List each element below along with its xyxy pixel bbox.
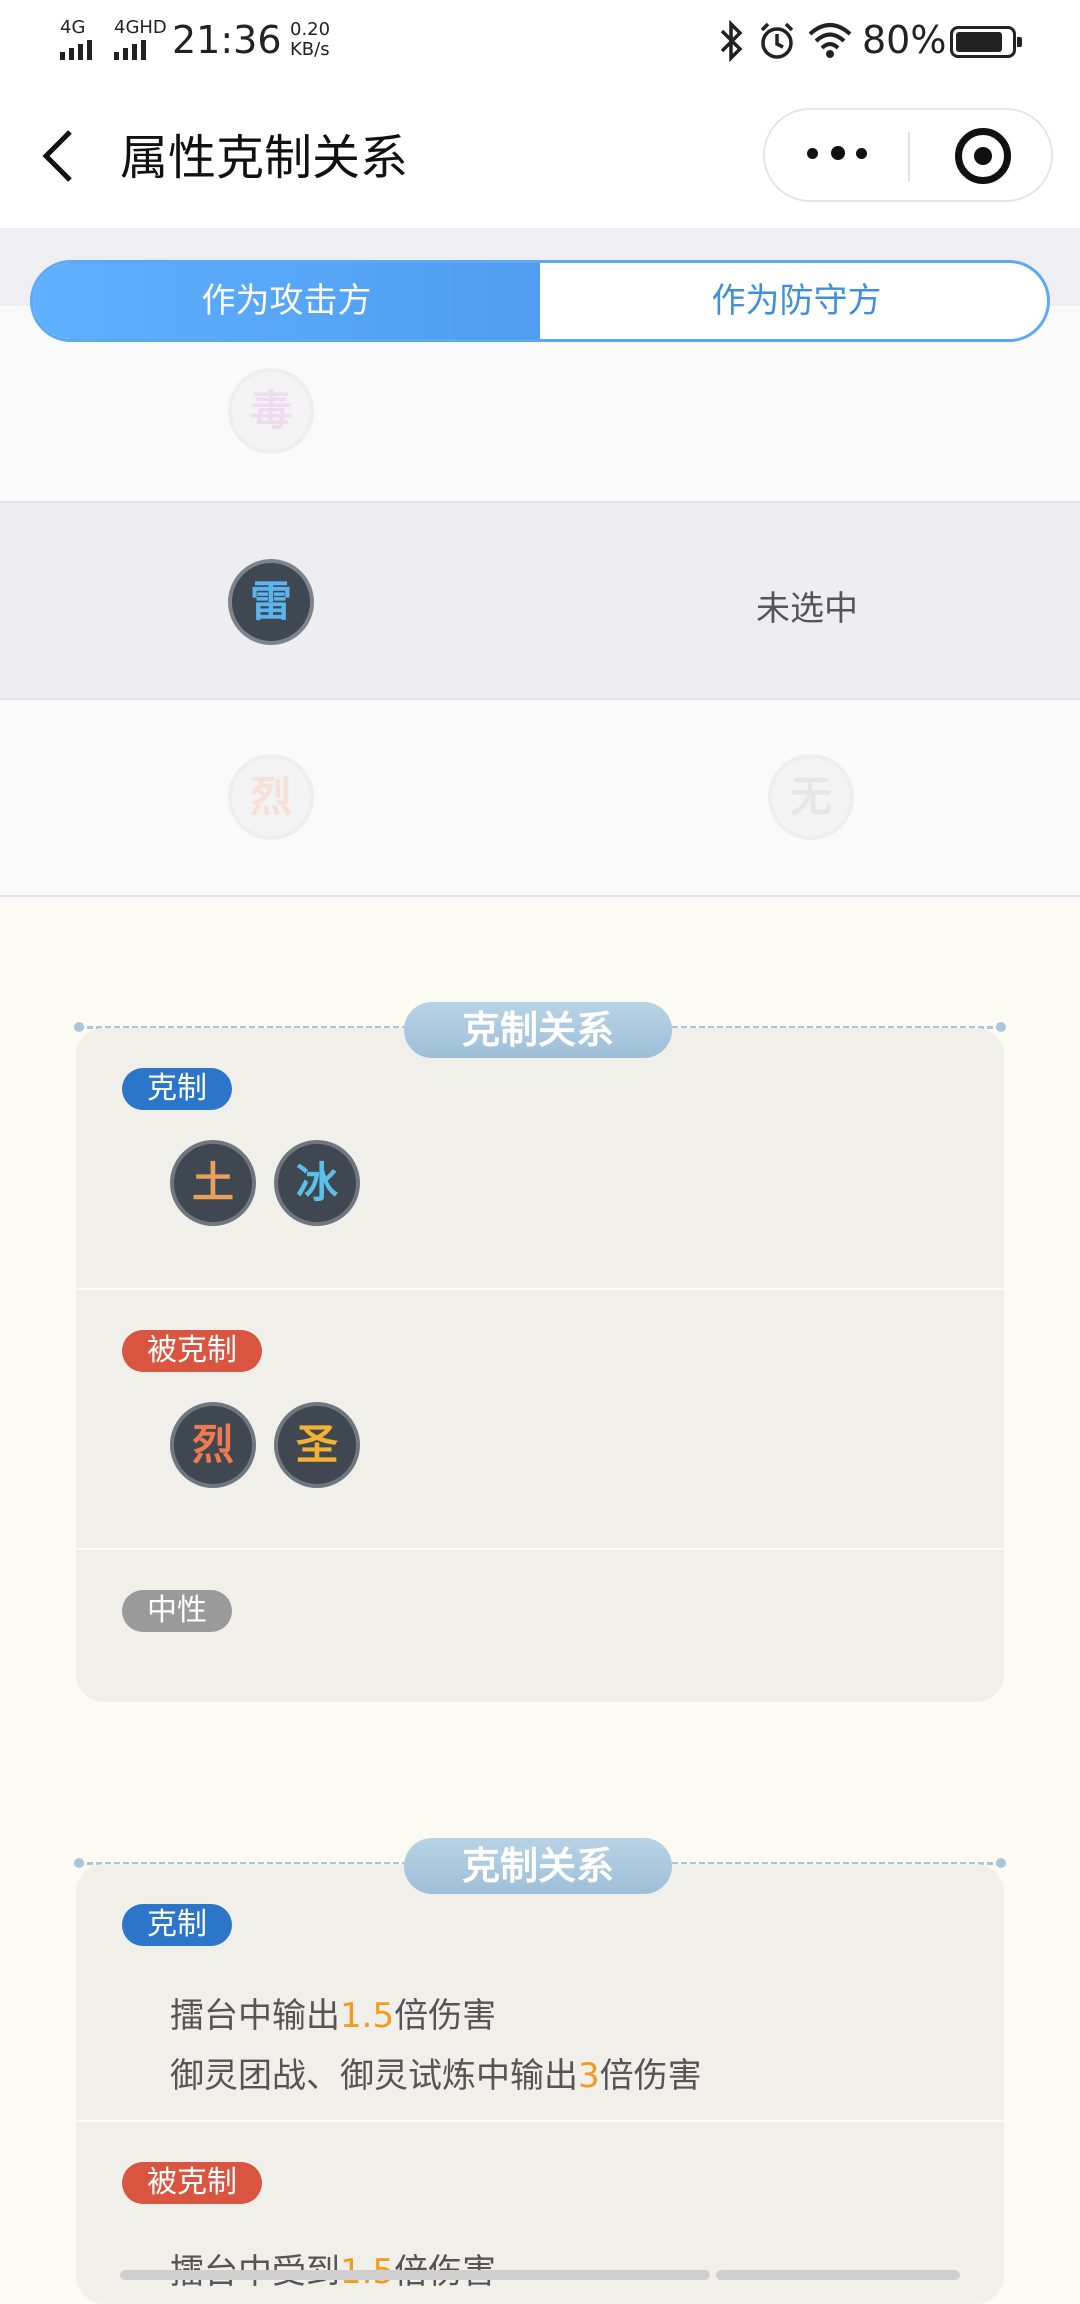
counter-badge: 克制: [122, 1904, 232, 1946]
neutral-group: 中性: [76, 1548, 1004, 1702]
poison-element-icon[interactable]: 毒: [228, 368, 314, 454]
ice-element-icon: 冰: [274, 1140, 360, 1226]
nav-bar: 属性克制关系: [0, 84, 1080, 228]
bluetooth-icon: [720, 20, 743, 62]
picker-row[interactable]: 烈 无: [0, 700, 1080, 897]
counter-badge: 克制: [122, 1068, 232, 1110]
role-tabs: 作为攻击方 作为防守方: [30, 260, 1050, 342]
multiplier-value: 3: [578, 2056, 600, 2096]
multiplier-value: 1.5: [340, 1996, 395, 2036]
counter-group: 克制 土 冰: [76, 1028, 1004, 1290]
defender-unselected-label[interactable]: 未选中: [756, 581, 858, 630]
none-element-icon[interactable]: 无: [768, 754, 854, 840]
wifi-icon: [808, 23, 852, 58]
net-speed-unit: KB/s: [290, 39, 330, 60]
relation-section: 克制 土 冰 被克制 烈 圣 中性: [76, 1028, 1004, 1702]
countered-badge: 被克制: [122, 2162, 262, 2204]
more-icon[interactable]: [805, 140, 869, 170]
page-title: 属性克制关系: [120, 130, 409, 186]
picker-row-selected[interactable]: 雷 未选中: [0, 503, 1080, 700]
thunder-element-icon[interactable]: 雷: [228, 559, 314, 645]
countered-group: 被克制 烈 圣: [76, 1288, 1004, 1550]
alarm-icon: [760, 22, 794, 59]
net-speed-value: 0.20: [290, 19, 331, 40]
signal-icon: [60, 38, 104, 60]
neutral-badge: 中性: [122, 1590, 232, 1632]
battery-percent: 80%: [862, 18, 947, 62]
clock: 21:36: [172, 18, 282, 62]
network-type-1: 4G: [60, 17, 86, 38]
arena-received-damage-text: 擂台中受到1.5倍伤害: [170, 2244, 496, 2293]
bottom-bar-hint: [120, 2270, 710, 2280]
back-arrow-icon[interactable]: [40, 128, 76, 184]
tab-attacker[interactable]: 作为攻击方: [33, 263, 540, 339]
bottom-bar-hint: [716, 2270, 960, 2280]
holy-element-icon: 圣: [274, 1402, 360, 1488]
battery-icon: [950, 26, 1022, 58]
tab-defender[interactable]: 作为防守方: [543, 263, 1047, 339]
fire-element-icon: 烈: [170, 1402, 256, 1488]
earth-element-icon: 土: [170, 1140, 256, 1226]
relation-section-title: 克制关系: [404, 1002, 672, 1058]
close-mini-program-icon[interactable]: [955, 128, 1011, 184]
arena-damage-text: 擂台中输出1.5倍伤害: [170, 1996, 497, 2036]
counter-damage-group: 克制 擂台中输出1.5倍伤害 御灵团战、御灵试炼中输出3倍伤害: [76, 1864, 1004, 2122]
network-type-2: 4GHD: [114, 17, 167, 38]
signal-icon-2: [114, 38, 158, 60]
element-picker[interactable]: 毒 雷 未选中 烈 无: [0, 306, 1080, 900]
damage-section-title: 克制关系: [404, 1838, 672, 1894]
fire-element-icon[interactable]: 烈: [228, 754, 314, 840]
capsule-divider: [908, 132, 910, 182]
status-bar: 4G 4GHD 21:36 0.20 KB/s 80%: [0, 0, 1080, 84]
mini-program-capsule: [763, 108, 1053, 202]
countered-badge: 被克制: [122, 1330, 262, 1372]
damage-section: 克制 擂台中输出1.5倍伤害 御灵团战、御灵试炼中输出3倍伤害 被克制 擂台中受…: [76, 1864, 1004, 2304]
team-battle-damage-text: 御灵团战、御灵试炼中输出3倍伤害: [170, 2056, 702, 2096]
